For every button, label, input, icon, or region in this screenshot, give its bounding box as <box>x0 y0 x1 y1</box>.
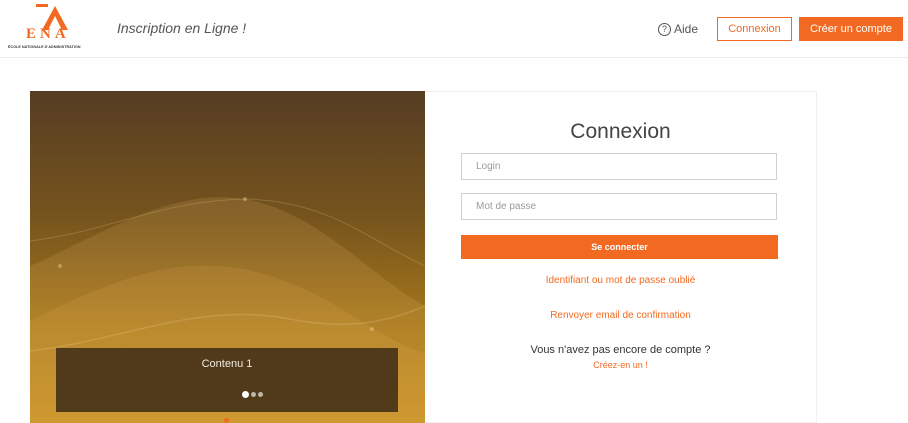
carousel-dot-2[interactable] <box>251 392 256 397</box>
carousel-marker <box>224 418 229 423</box>
site-title: Inscription en Ligne ! <box>117 20 247 36</box>
password-input[interactable] <box>461 193 777 220</box>
login-panel: Connexion Se connecter Identifiant ou mo… <box>425 91 817 423</box>
header-login-button[interactable]: Connexion <box>717 17 792 41</box>
resend-confirmation-link[interactable]: Renvoyer email de confirmation <box>425 310 816 321</box>
logo-subtitle: ÉCOLE NATIONALE D'ADMINISTRATION <box>8 45 81 49</box>
image-carousel[interactable]: Contenu 1 <box>30 91 425 423</box>
carousel-caption: Contenu 1 <box>56 348 398 412</box>
help-link[interactable]: ? Aide <box>658 22 698 36</box>
create-account-link[interactable]: Créez-en un ! <box>425 360 816 370</box>
top-header: ENA ÉCOLE NATIONALE D'ADMINISTRATION Ins… <box>0 0 908 58</box>
carousel-dot-3[interactable] <box>258 392 263 397</box>
login-title: Connexion <box>570 120 671 143</box>
no-account-text: Vous n'avez pas encore de compte ? <box>530 344 711 356</box>
carousel-indicators <box>242 391 265 398</box>
login-input[interactable] <box>461 153 777 180</box>
carousel-dot-1[interactable] <box>242 391 249 398</box>
logo-letters: ENA <box>26 26 70 42</box>
submit-button[interactable]: Se connecter <box>461 235 778 259</box>
forgot-password-link[interactable]: Identifiant ou mot de passe oublié <box>425 275 816 286</box>
question-circle-icon: ? <box>658 22 671 36</box>
caption-text: Contenu 1 <box>201 358 253 370</box>
header-signup-button[interactable]: Créer un compte <box>799 17 903 41</box>
ena-logo[interactable]: ENA ÉCOLE NATIONALE D'ADMINISTRATION <box>8 4 104 54</box>
help-label: Aide <box>674 22 699 36</box>
